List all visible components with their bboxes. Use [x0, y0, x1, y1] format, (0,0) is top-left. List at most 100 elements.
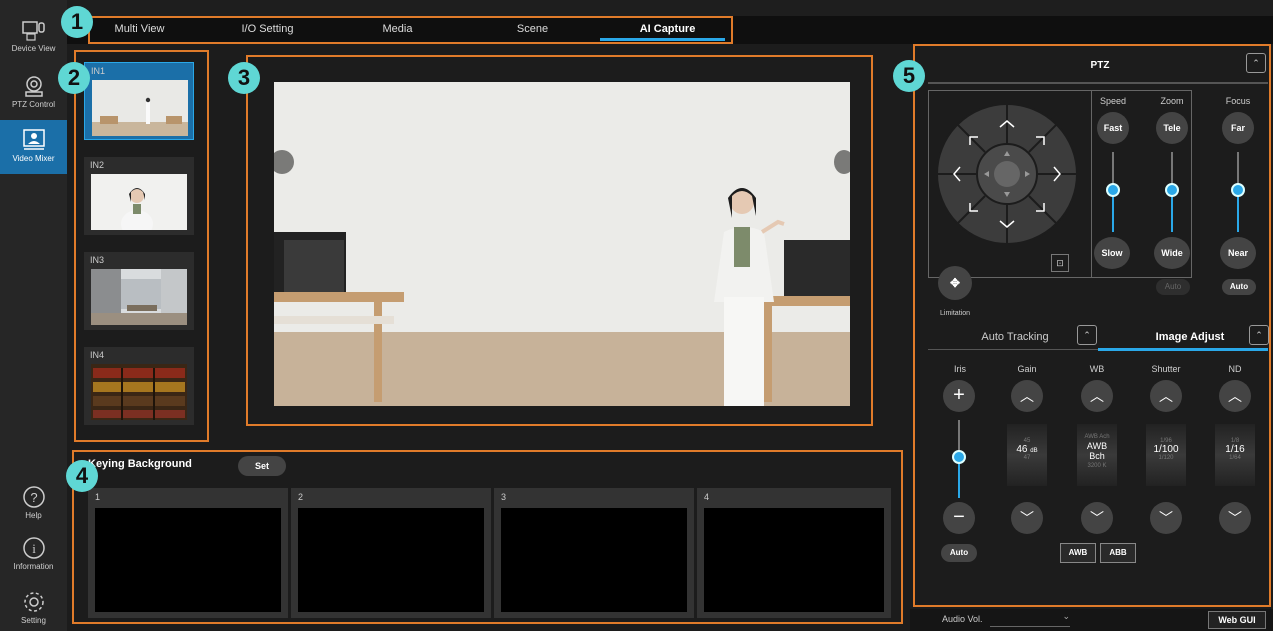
shutter-down-button[interactable]: ﹀	[1150, 502, 1182, 534]
sidebar-item-label: PTZ Control	[11, 100, 56, 109]
focus-near-button[interactable]: Near	[1220, 237, 1256, 269]
gain-value-column: 45 46 dB 47	[1007, 424, 1047, 486]
focus-label: Focus	[1225, 96, 1251, 106]
limitation-button[interactable]: ✥	[938, 266, 972, 300]
auto-tracking-toggle[interactable]: ⌃	[1077, 325, 1097, 345]
awb-button[interactable]: AWB	[1060, 543, 1096, 563]
input-thumbnail-in4[interactable]: IN4	[84, 347, 194, 425]
gear-icon	[23, 592, 44, 612]
ptz-title: PTZ	[1090, 60, 1110, 71]
slot-number: 1	[95, 492, 101, 502]
keying-slot-2[interactable]: 2	[291, 488, 491, 618]
gain-next-value: 47	[1023, 455, 1031, 461]
tab-image-adjust[interactable]: Image Adjust	[1135, 331, 1245, 343]
shutter-up-button[interactable]: ︿	[1150, 380, 1182, 412]
wb-up-button[interactable]: ︿	[1081, 380, 1113, 412]
sidebar-item-setting[interactable]: Setting	[0, 590, 67, 625]
keying-slot-3[interactable]: 3	[494, 488, 694, 618]
tab-scene[interactable]: Scene	[485, 16, 580, 42]
nd-down-button[interactable]: ﹀	[1219, 502, 1251, 534]
iris-auto-button[interactable]: Auto	[941, 544, 977, 562]
tab-multi-view[interactable]: Multi View	[92, 16, 187, 42]
zoom-tele-button[interactable]: Tele	[1156, 112, 1188, 144]
tab-auto-tracking[interactable]: Auto Tracking	[955, 331, 1075, 343]
sidebar-item-help[interactable]: ? Help	[0, 485, 67, 520]
slot-preview	[298, 508, 484, 612]
wb-value-line1: AWB	[1086, 441, 1108, 451]
wb-down-button[interactable]: ﹀	[1081, 502, 1113, 534]
gain-value: 46	[1016, 444, 1028, 455]
chevron-up-icon: ︿	[1090, 388, 1104, 404]
callout-5: 5	[893, 60, 925, 92]
wb-label: WB	[1089, 364, 1105, 374]
tab-io-setting[interactable]: I/O Setting	[220, 16, 315, 42]
device-view-icon	[21, 21, 45, 41]
sidebar-item-device-view[interactable]: Device View	[0, 20, 67, 53]
input-thumbnail-in1[interactable]: IN1	[84, 62, 194, 140]
web-gui-button[interactable]: Web GUI	[1208, 611, 1266, 629]
chevron-down-icon: ﹀	[1159, 510, 1173, 526]
input-label: IN3	[90, 255, 105, 265]
plus-icon: +	[953, 384, 965, 406]
nd-next-value: 1/64	[1229, 455, 1241, 461]
input-label: IN1	[91, 66, 106, 76]
callout-1: 1	[61, 6, 93, 38]
slot-number: 4	[704, 492, 710, 502]
slot-preview	[501, 508, 687, 612]
speed-slow-button[interactable]: Slow	[1094, 237, 1130, 269]
iris-slider-thumb[interactable]	[952, 450, 966, 464]
sidebar-item-ptz-control[interactable]: PTZ Control	[0, 74, 67, 109]
zoom-wide-button[interactable]: Wide	[1154, 237, 1190, 269]
sidebar-item-information[interactable]: i Information	[0, 536, 67, 571]
sidebar-item-label: Video Mixer	[12, 154, 55, 163]
chevron-up-icon: ︿	[1159, 388, 1173, 404]
iris-open-button[interactable]: +	[943, 380, 975, 412]
input-preview-image	[91, 269, 187, 325]
nd-label: ND	[1228, 364, 1242, 374]
ptz-camera-icon	[24, 76, 43, 97]
abb-button[interactable]: ABB	[1100, 543, 1136, 563]
speed-fast-button[interactable]: Fast	[1097, 112, 1129, 144]
sidebar-item-label: Setting	[21, 616, 46, 625]
wb-value-line2: Bch	[1089, 451, 1105, 461]
keying-slot-4[interactable]: 4	[697, 488, 891, 618]
callout-3: 3	[228, 62, 260, 94]
sidebar-item-label: Information	[13, 562, 54, 571]
minus-icon: −	[953, 506, 965, 528]
input-preview-image	[91, 364, 187, 420]
wb-next-value: 3200 K	[1087, 463, 1107, 469]
wb-value-column: AWB Ach AWB Bch 3200 K	[1077, 424, 1117, 486]
keying-slot-1[interactable]: 1	[88, 488, 288, 618]
information-icon: i	[22, 537, 45, 559]
focus-slider-thumb[interactable]	[1231, 183, 1245, 197]
gain-down-button[interactable]: ﹀	[1011, 502, 1043, 534]
slot-preview	[704, 508, 884, 612]
input-preview-image	[91, 174, 187, 230]
image-adjust-toggle[interactable]: ⌃	[1249, 325, 1269, 345]
nd-value-column: 1/8 1/16 1/64	[1215, 424, 1255, 486]
ptz-collapse-toggle[interactable]: ⌃	[1246, 53, 1266, 73]
iris-close-button[interactable]: −	[943, 502, 975, 534]
speed-label: Speed	[1099, 96, 1127, 106]
pantilt-lock-button[interactable]: ⊡	[1051, 254, 1069, 272]
input-thumbnail-in2[interactable]: IN2	[84, 157, 194, 235]
focus-auto-button[interactable]: Auto	[1222, 279, 1256, 295]
shutter-value: 1/100	[1153, 444, 1179, 455]
nd-up-button[interactable]: ︿	[1219, 380, 1251, 412]
gain-label: Gain	[1017, 364, 1037, 374]
keying-set-button[interactable]: Set	[238, 456, 286, 476]
help-icon: ?	[22, 486, 45, 508]
speed-slider-thumb[interactable]	[1106, 183, 1120, 197]
zoom-slider-thumb[interactable]	[1165, 183, 1179, 197]
tab-media[interactable]: Media	[350, 16, 445, 42]
preview-video-frame	[274, 82, 850, 406]
audio-volume-dropdown[interactable]: ⌄	[990, 611, 1070, 627]
input-label: IN4	[90, 350, 105, 360]
focus-far-button[interactable]: Far	[1222, 112, 1254, 144]
gain-up-button[interactable]: ︿	[1011, 380, 1043, 412]
sidebar-item-video-mixer-content: Video Mixer	[0, 128, 67, 163]
pantilt-pad[interactable]	[936, 103, 1078, 245]
zoom-auto-button[interactable]: Auto	[1156, 279, 1190, 295]
input-preview-image	[92, 80, 188, 136]
input-thumbnail-in3[interactable]: IN3	[84, 252, 194, 330]
